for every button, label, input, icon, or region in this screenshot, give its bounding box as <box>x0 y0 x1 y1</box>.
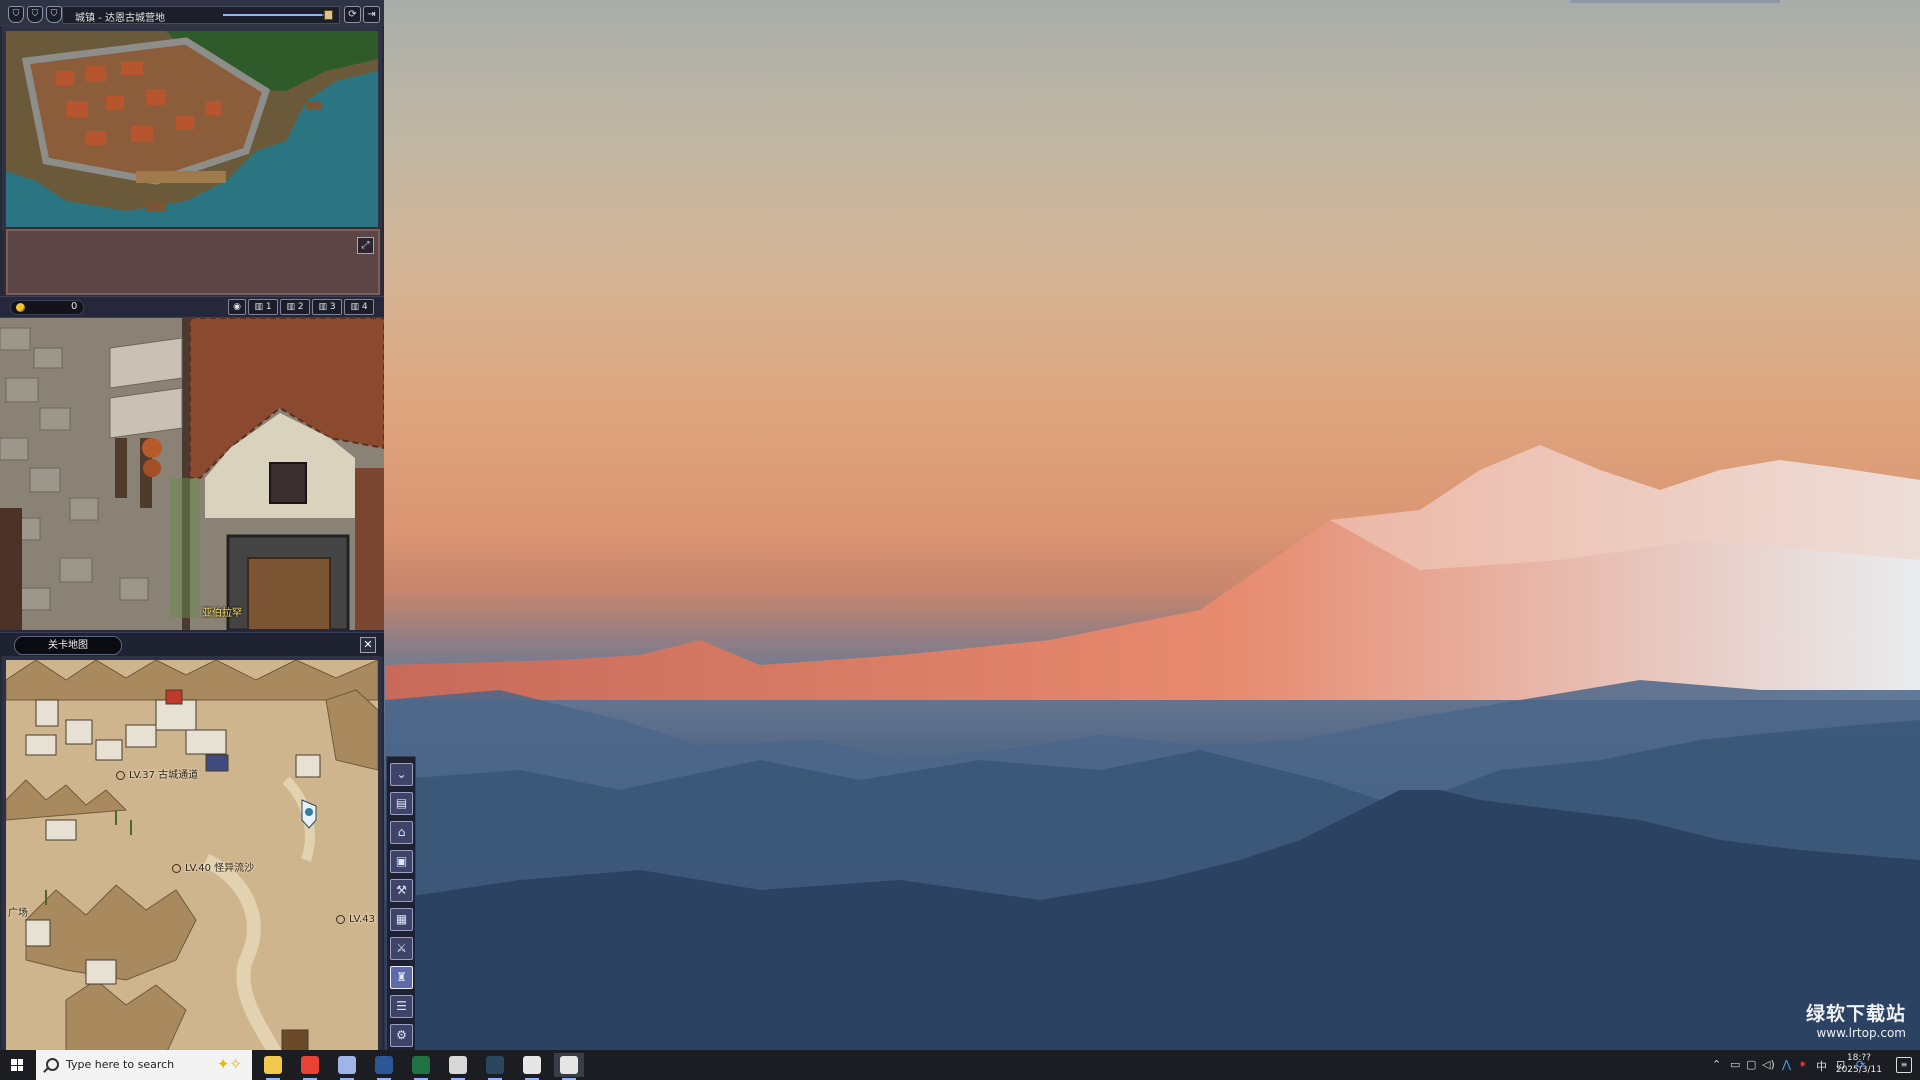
house-scene-art <box>0 318 384 630</box>
channel-1-button[interactable]: ▥ 1 <box>248 299 278 315</box>
settings-button[interactable]: ⚙ <box>390 1024 413 1047</box>
security-tray-icon[interactable]: ✶ <box>1798 1058 1807 1071</box>
game-titlebar: ⛉ ⛉ ⛉ 城镇 - 达恩古城营地 ⟳ ⇥ <box>0 0 384 28</box>
app-tray-icon[interactable]: ⋀ <box>1782 1058 1791 1071</box>
exit-button[interactable]: ⇥ <box>363 6 380 23</box>
excel-icon <box>412 1056 430 1074</box>
gold-amount: 0 <box>71 301 78 312</box>
map-tab[interactable]: 关卡地图 <box>14 636 122 655</box>
volume-knob[interactable] <box>324 10 333 20</box>
npc-name-label[interactable]: 亚伯拉罕 <box>202 604 242 619</box>
chat-panel[interactable]: ⤢ <box>4 227 382 297</box>
taskbar-app-file-explorer[interactable] <box>258 1053 288 1080</box>
location-pin-icon <box>336 914 345 924</box>
expand-chat-button[interactable]: ⤢ <box>357 237 374 254</box>
system-tray: ⌃ ▭ ▢ ◁) ⋀ ✶ 中 ⊡ ⟳ 18:?? 2025/3/11 ≡ <box>1660 1050 1920 1080</box>
taskbar-app-word[interactable] <box>369 1053 399 1080</box>
close-map-button[interactable]: ✕ <box>360 637 376 653</box>
town-scene-view[interactable] <box>2 27 382 231</box>
channel-4-label: 4 <box>361 302 368 312</box>
clock-time: 18:?? <box>1846 1053 1871 1063</box>
channel-1-label: 1 <box>265 302 272 312</box>
map-location-square[interactable]: 广场 <box>8 904 28 919</box>
watermark: 绿软下载站 www.lrtop.com <box>1806 999 1906 1040</box>
map-location-square-label: 广场 <box>8 908 28 919</box>
inventory-button[interactable]: ▦ <box>390 908 413 931</box>
refresh-button[interactable]: ⟳ <box>344 6 361 23</box>
chrome-icon <box>301 1056 319 1074</box>
helmet-icon[interactable]: ⛉ <box>27 6 43 23</box>
ime-icon[interactable]: 中 <box>1816 1058 1827 1074</box>
windows-icon <box>11 1059 23 1071</box>
shop-button[interactable]: ▤ <box>390 792 413 815</box>
craft-button[interactable]: ⚒ <box>390 879 413 902</box>
location-pin-icon <box>172 863 181 873</box>
coin-icon <box>16 303 25 312</box>
channel-3-label: 3 <box>329 302 336 312</box>
taskbar-app-steam[interactable] <box>480 1053 510 1080</box>
status-bar: 0 ◉ ▥ 1 ▥ 2 ▥ 3 ▥ 4 <box>0 296 384 318</box>
notification-icon[interactable]: ≡ <box>1896 1057 1912 1073</box>
world-map-art <box>6 660 378 1054</box>
game-window: ⛉ ⛉ ⛉ 城镇 - 达恩古城营地 ⟳ ⇥ ⤢ 0 ◉ ▥ 1 ▥ 2 ▥ 3 … <box>0 0 416 1058</box>
map-location-lv37-label: LV.37 古城通道 <box>129 770 199 781</box>
location-pin-icon <box>116 770 125 780</box>
taskbar-app-game-skull[interactable] <box>517 1053 547 1080</box>
usb-icon[interactable]: ▭ <box>1730 1058 1740 1071</box>
steam-icon <box>486 1056 504 1074</box>
guild-button[interactable]: ♜ <box>390 966 413 989</box>
file-explorer-icon <box>264 1056 282 1074</box>
eye-icon[interactable]: ◉ <box>228 299 246 315</box>
channel-2-button[interactable]: ▥ 2 <box>280 299 310 315</box>
local-scene-view[interactable] <box>0 318 384 630</box>
sparkle-icon: ✦✧ <box>216 1055 242 1073</box>
world-map-view[interactable]: LV.37 古城通道 LV.40 怪异流沙 LV.43 广场 <box>2 656 382 1058</box>
search-icon <box>46 1058 59 1071</box>
taskbar-app-hourglass-game[interactable] <box>554 1053 584 1080</box>
taskbar-app-app-circle[interactable] <box>332 1053 362 1080</box>
map-location-lv43-label: LV.43 <box>349 914 375 925</box>
badge-icon[interactable]: ⛉ <box>46 6 62 23</box>
clock-date: 2025/3/11 <box>1835 1065 1882 1075</box>
town-overview-art <box>6 31 378 227</box>
taskbar-app-excel[interactable] <box>406 1053 436 1080</box>
map-location-lv40[interactable]: LV.40 怪异流沙 <box>172 859 254 874</box>
collapse-button[interactable]: ⌄ <box>390 763 413 786</box>
vertical-toolbar: ⌄ ▤ ⌂ ▣ ⚒ ▦ ⚔ ♜ ☰ ⚙ <box>386 756 416 1052</box>
app-circle-icon <box>338 1056 356 1074</box>
home-button[interactable]: ⌂ <box>390 821 413 844</box>
chevron-up-icon[interactable]: ⌃ <box>1712 1058 1721 1071</box>
word-icon <box>375 1056 393 1074</box>
taskbar-app-chrome[interactable] <box>295 1053 325 1080</box>
taskbar-app-unity[interactable] <box>443 1053 473 1080</box>
windows-taskbar: Type here to search ✦✧ ⌃ ▭ ▢ ◁) ⋀ ✶ 中 ⊡ … <box>0 1050 1920 1080</box>
clock[interactable]: 18:?? 2025/3/11 <box>1836 1052 1882 1076</box>
quest-button[interactable]: ☰ <box>390 995 413 1018</box>
volume-fill <box>223 14 322 16</box>
shield-icon[interactable]: ⛉ <box>8 6 24 23</box>
map-location-lv40-label: LV.40 怪异流沙 <box>185 863 255 874</box>
volume-slider[interactable] <box>223 10 333 20</box>
volume-icon[interactable]: ◁) <box>1762 1058 1775 1071</box>
channel-4-button[interactable]: ▥ 4 <box>344 299 374 315</box>
location-bar: 城镇 - 达恩古城营地 <box>62 6 340 24</box>
unity-icon <box>449 1056 467 1074</box>
watermark-url: www.lrtop.com <box>1816 1026 1906 1040</box>
gold-display: 0 <box>10 300 84 315</box>
game-skull-icon <box>523 1056 541 1074</box>
watermark-title: 绿软下载站 <box>1805 1003 1906 1025</box>
taskbar-search[interactable]: Type here to search ✦✧ <box>36 1050 252 1080</box>
map-location-lv37[interactable]: LV.37 古城通道 <box>116 766 198 781</box>
search-placeholder: Type here to search <box>66 1058 175 1071</box>
storage-button[interactable]: ▣ <box>390 850 413 873</box>
channel-2-label: 2 <box>297 302 304 312</box>
map-location-lv43[interactable]: LV.43 <box>336 914 375 925</box>
skill-button[interactable]: ⚔ <box>390 937 413 960</box>
hourglass-game-icon <box>560 1056 578 1074</box>
location-title: 城镇 - 达恩古城营地 <box>75 13 165 24</box>
map-panel-header: 关卡地图 ✕ <box>0 632 384 657</box>
start-button[interactable] <box>0 1050 34 1080</box>
channel-3-button[interactable]: ▥ 3 <box>312 299 342 315</box>
network-icon[interactable]: ▢ <box>1746 1058 1756 1071</box>
